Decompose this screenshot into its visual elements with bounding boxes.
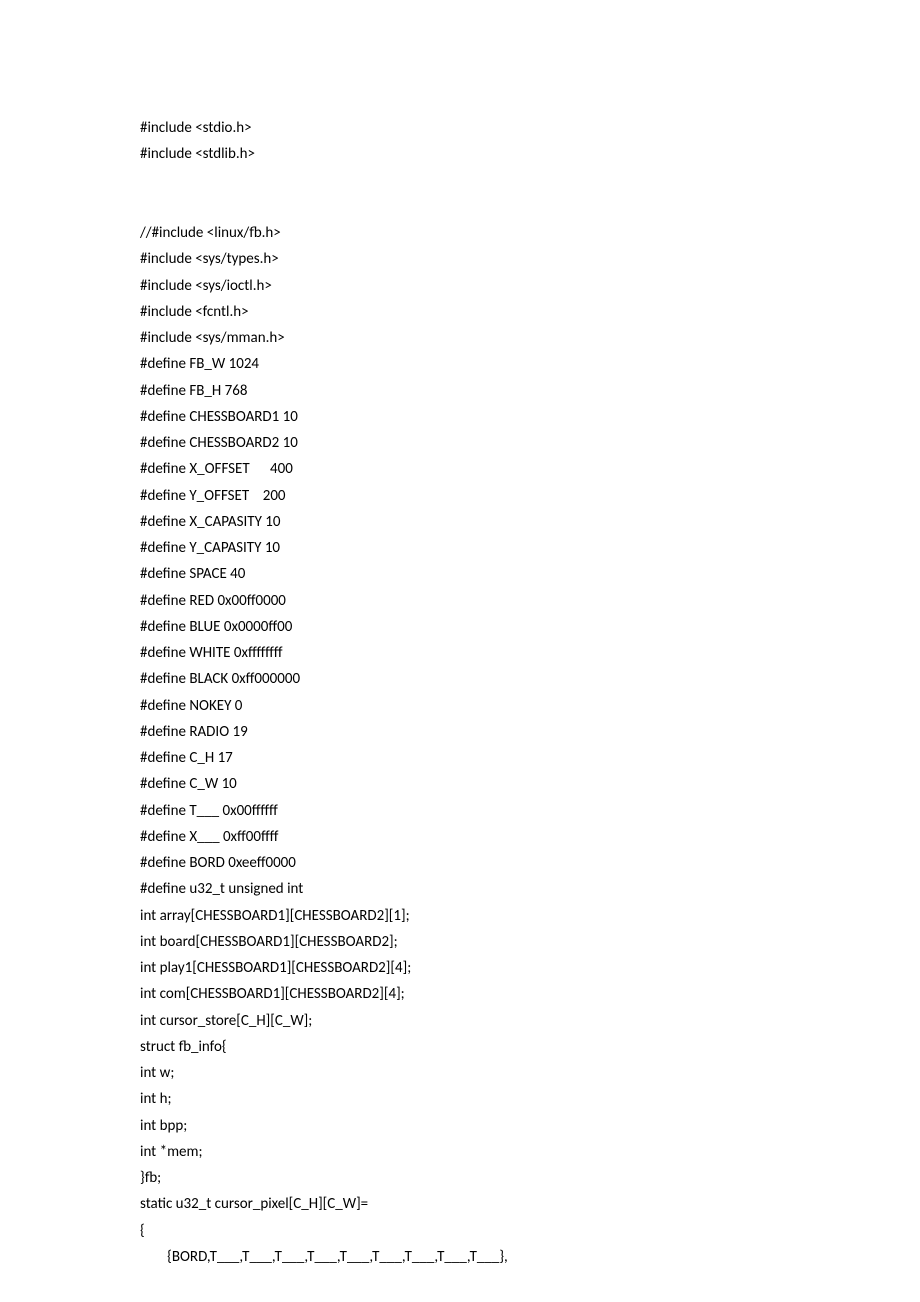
code-line: #include <sys/types.h> [140,246,780,272]
code-line: #define X_CAPASITY 10 [140,509,780,535]
code-line: //#include <linux/fb.h> [140,220,780,246]
code-line: #define C_W 10 [140,771,780,797]
code-line: #define NOKEY 0 [140,693,780,719]
code-line: #define SPACE 40 [140,561,780,587]
code-line: { [140,1218,780,1244]
blank-line [140,168,780,194]
code-line: int com[CHESSBOARD1][CHESSBOARD2][4]; [140,981,780,1007]
code-line: }fb; [140,1165,780,1191]
code-line: struct fb_info{ [140,1034,780,1060]
code-line: int w; [140,1060,780,1086]
code-line: #define WHITE 0xffffffff [140,640,780,666]
code-line: int array[CHESSBOARD1][CHESSBOARD2][1]; [140,903,780,929]
code-line: #include <stdlib.h> [140,141,780,167]
code-line: {BORD,T___,T___,T___,T___,T___,T___,T___… [140,1244,780,1270]
code-line: int bpp; [140,1113,780,1139]
code-line: #define X___ 0xff00ffff [140,824,780,850]
code-line: #define T___ 0x00ffffff [140,798,780,824]
code-line: #define BLACK 0xff000000 [140,666,780,692]
code-line: #define FB_H 768 [140,378,780,404]
code-line: #define BLUE 0x0000ff00 [140,614,780,640]
code-line: int *mem; [140,1139,780,1165]
blank-line [140,194,780,220]
code-line: int play1[CHESSBOARD1][CHESSBOARD2][4]; [140,955,780,981]
code-line: int board[CHESSBOARD1][CHESSBOARD2]; [140,929,780,955]
code-line: #define X_OFFSET 400 [140,456,780,482]
code-line: #define CHESSBOARD2 10 [140,430,780,456]
code-line: #define RADIO 19 [140,719,780,745]
code-line: #include <sys/mman.h> [140,325,780,351]
code-line: #include <sys/ioctl.h> [140,273,780,299]
code-line: int cursor_store[C_H][C_W]; [140,1008,780,1034]
code-line: #include <stdio.h> [140,115,780,141]
code-line: #define Y_CAPASITY 10 [140,535,780,561]
code-line: #define CHESSBOARD1 10 [140,404,780,430]
code-line: #include <fcntl.h> [140,299,780,325]
code-line: #define RED 0x00ff0000 [140,588,780,614]
code-line: int h; [140,1086,780,1112]
code-line: #define FB_W 1024 [140,351,780,377]
code-line: static u32_t cursor_pixel[C_H][C_W]= [140,1191,780,1217]
code-line: #define Y_OFFSET 200 [140,483,780,509]
document-page: #include <stdio.h>#include <stdlib.h> //#… [0,0,920,1302]
code-line: #define C_H 17 [140,745,780,771]
code-line: #define u32_t unsigned int [140,876,780,902]
code-line: #define BORD 0xeeff0000 [140,850,780,876]
